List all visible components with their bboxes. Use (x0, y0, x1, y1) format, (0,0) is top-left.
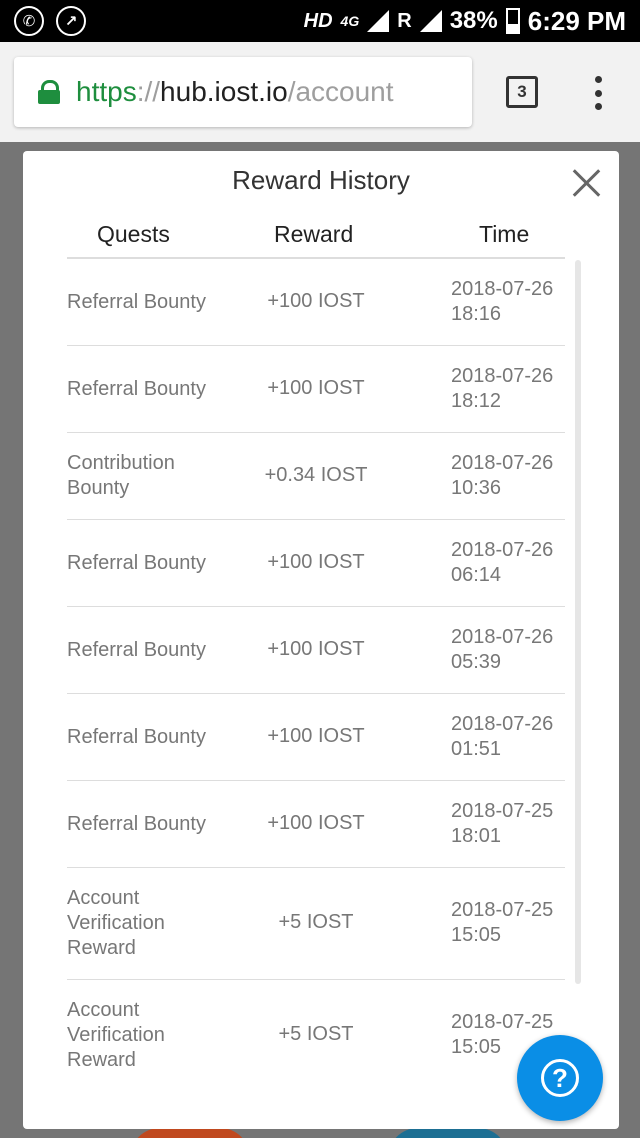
url-host: hub.iost.io (160, 76, 288, 107)
phone-missed-icon: ↗ (56, 6, 86, 36)
quest-cell: Account Verification Reward (67, 887, 165, 959)
reward-cell: +5 IOST (278, 1023, 354, 1045)
hd-indicator: HD (303, 9, 333, 32)
table-row: Referral Bounty +100 IOST 2018-07-26 01:5… (67, 694, 565, 781)
column-header-time: Time (479, 221, 530, 247)
quest-cell: Referral Bounty (67, 378, 206, 400)
reward-cell: +100 IOST (267, 638, 365, 660)
reward-cell: +100 IOST (267, 812, 365, 834)
time-cell: 2018-07-26 18:16 (451, 278, 554, 325)
help-button[interactable]: ? (517, 1035, 603, 1121)
close-icon[interactable] (571, 167, 603, 199)
table-row: Referral Bounty +100 IOST 2018-07-26 18:1… (67, 259, 565, 346)
quest-cell: Referral Bounty (67, 639, 206, 661)
reward-cell: +0.34 IOST (264, 464, 368, 486)
time-cell: 2018-07-26 01:51 (451, 713, 554, 760)
status-bar: ✆ ↗ HD 4G R 38% 6:29 PM (0, 0, 640, 42)
url-scheme: https (76, 76, 137, 107)
table-row: Contribution Bounty +0.34 IOST 2018-07-2… (67, 433, 565, 520)
reward-cell: +100 IOST (267, 725, 365, 747)
reward-table-body[interactable]: Referral Bounty +100 IOST 2018-07-26 18:1… (67, 259, 565, 1092)
signal-icon (419, 10, 442, 32)
reward-cell: +100 IOST (267, 290, 365, 312)
quest-cell: Referral Bounty (67, 291, 206, 313)
scrollbar[interactable] (575, 260, 581, 984)
notification-icons: ✆ ↗ (14, 6, 86, 36)
help-icon: ? (541, 1059, 579, 1097)
background-decoration (388, 1128, 508, 1138)
modal-title: Reward History (232, 165, 410, 195)
url-separator: :// (136, 76, 161, 107)
battery-icon (505, 8, 520, 34)
column-header-reward: Reward (274, 221, 354, 247)
battery-percent: 38% (449, 7, 498, 34)
column-header-quests: Quests (97, 221, 170, 247)
table-header: Quests Reward Time (67, 219, 565, 259)
quest-cell: Referral Bounty (67, 813, 206, 835)
quest-cell: Referral Bounty (67, 726, 206, 748)
url-text[interactable]: https://hub.iost.io/account (76, 76, 394, 108)
quest-cell: Account Verification Reward (67, 999, 165, 1071)
time-cell: 2018-07-25 15:05 (451, 899, 554, 946)
reward-cell: +100 IOST (267, 377, 365, 399)
reward-cell: +100 IOST (267, 551, 365, 573)
table-row: Referral Bounty +100 IOST 2018-07-26 05:3… (67, 607, 565, 694)
reward-cell: +5 IOST (278, 911, 354, 933)
signal-icon (367, 10, 390, 32)
roaming-indicator: R (397, 9, 412, 32)
time-cell: 2018-07-25 18:01 (451, 800, 554, 847)
tab-switcher-button[interactable]: 3 (506, 76, 538, 108)
whatsapp-icon: ✆ (14, 6, 44, 36)
network-type: 4G (340, 13, 360, 29)
reward-history-modal: Reward History Quests Reward Time Referr… (23, 151, 619, 1129)
quest-cell: Referral Bounty (67, 552, 206, 574)
system-indicators: HD 4G R 38% 6:29 PM (304, 0, 626, 42)
time-cell: 2018-07-26 05:39 (451, 626, 554, 673)
table-row: Account Verification Reward +5 IOST 2018… (67, 980, 565, 1092)
table-row: Account Verification Reward +5 IOST 2018… (67, 868, 565, 980)
clock: 6:29 PM (527, 5, 626, 36)
url-path: /account (287, 76, 394, 107)
browser-toolbar: https://hub.iost.io/account 3 (0, 42, 640, 142)
address-bar[interactable]: https://hub.iost.io/account (14, 57, 472, 127)
time-cell: 2018-07-26 10:36 (451, 452, 554, 499)
quest-cell: Contribution Bounty (67, 452, 175, 499)
time-cell: 2018-07-26 06:14 (451, 539, 554, 586)
lock-icon (38, 80, 60, 104)
background-decoration (130, 1128, 250, 1138)
table-row: Referral Bounty +100 IOST 2018-07-26 18:1… (67, 346, 565, 433)
table-row: Referral Bounty +100 IOST 2018-07-26 06:1… (67, 520, 565, 607)
table-row: Referral Bounty +100 IOST 2018-07-25 18:0… (67, 781, 565, 868)
time-cell: 2018-07-26 18:12 (451, 365, 554, 412)
more-menu-icon[interactable] (592, 76, 604, 110)
